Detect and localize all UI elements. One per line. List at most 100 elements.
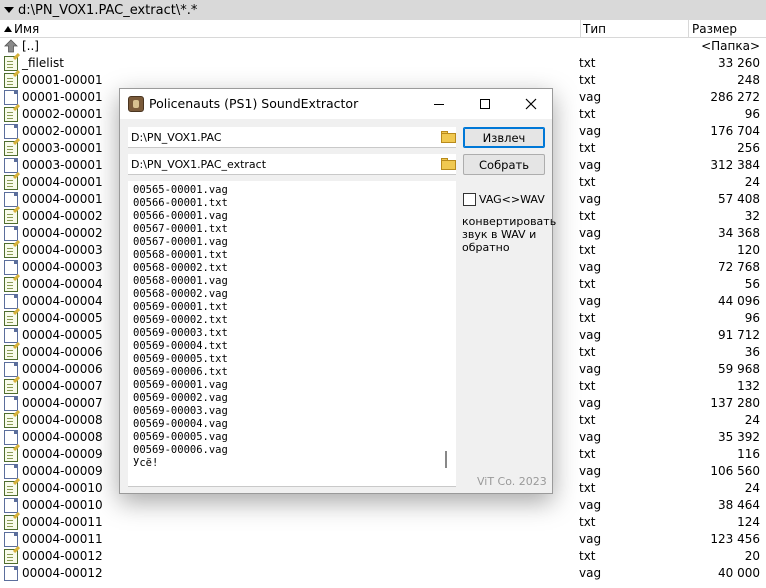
file-row[interactable]: 00004-00012 txt 20 — [0, 548, 766, 565]
file-type: txt — [579, 379, 596, 393]
file-size: 256 — [737, 141, 760, 155]
audio-file-icon — [4, 328, 18, 343]
file-type: txt — [579, 73, 596, 87]
log-line: 00567-00001.txt — [133, 223, 228, 235]
file-type: txt — [579, 107, 596, 121]
file-name: 00004-00002 — [22, 209, 103, 223]
audio-file-icon — [4, 226, 18, 241]
file-name: 00004-00005 — [22, 311, 103, 325]
file-type: txt — [579, 549, 596, 563]
file-row[interactable]: 00004-00010 vag 38 464 — [0, 497, 766, 514]
file-size: 33 260 — [718, 56, 760, 70]
file-type: txt — [579, 141, 596, 155]
file-size: 137 280 — [710, 396, 760, 410]
file-size: 57 408 — [718, 192, 760, 206]
file-name: 00003-00001 — [22, 141, 103, 155]
file-type: vag — [579, 158, 602, 172]
file-size: 40 000 — [718, 566, 760, 580]
file-name: 00004-00008 — [22, 413, 103, 427]
text-file-icon — [4, 141, 18, 156]
text-file-icon — [4, 447, 18, 462]
file-type: txt — [579, 345, 596, 359]
checkbox-box[interactable] — [463, 193, 476, 206]
log-line: 00569-00005.txt — [133, 353, 228, 365]
file-size: 176 704 — [710, 124, 760, 138]
file-size: 24 — [744, 481, 760, 495]
log-line: 00567-00001.vag — [133, 236, 228, 248]
source-path-field[interactable]: D:\PN_VOX1.PAC — [128, 127, 456, 148]
file-name: 00004-00003 — [22, 243, 103, 257]
path-bar[interactable]: d:\PN_VOX1.PAC_extract\*.* — [0, 0, 766, 20]
log-line: 00568-00001.vag — [133, 275, 228, 287]
text-file-icon — [4, 345, 18, 360]
convert-checkbox[interactable]: VAG<>WAV — [463, 193, 545, 206]
file-name: 00004-00011 — [22, 515, 103, 529]
text-file-icon — [4, 515, 18, 530]
column-header-name[interactable]: Имя — [0, 20, 580, 38]
dialog-titlebar[interactable]: Policenauts (PS1) SoundExtractor — [120, 89, 552, 119]
file-row[interactable]: _filelist txt 33 260 — [0, 55, 766, 72]
file-name: 00004-00002 — [22, 226, 103, 240]
file-name: 00004-00008 — [22, 430, 103, 444]
audio-file-icon — [4, 260, 18, 275]
file-type: vag — [579, 396, 602, 410]
file-row[interactable]: 00004-00011 txt 124 — [0, 514, 766, 531]
convert-checkbox-label: VAG<>WAV — [479, 193, 545, 206]
source-path-value: D:\PN_VOX1.PAC — [131, 131, 222, 144]
text-file-icon — [4, 175, 18, 190]
log-line: 00569-00004.vag — [133, 418, 228, 430]
file-name: 00004-00010 — [22, 481, 103, 495]
drive-dropdown-icon[interactable] — [4, 7, 14, 13]
file-size: 56 — [744, 277, 760, 291]
file-size: 36 — [744, 345, 760, 359]
build-button[interactable]: Собрать — [463, 154, 545, 175]
text-file-icon — [4, 73, 18, 88]
file-name: 00004-00001 — [22, 175, 103, 189]
sound-extractor-dialog: Policenauts (PS1) SoundExtractor D:\PN_V… — [119, 88, 556, 494]
file-row[interactable]: 00004-00011 vag 123 456 — [0, 531, 766, 548]
extract-button[interactable]: Извлеч — [463, 127, 545, 148]
column-header-size[interactable]: Размер — [688, 20, 766, 38]
file-type: vag — [579, 362, 602, 376]
file-size: 91 712 — [718, 328, 760, 342]
file-type: vag — [579, 566, 602, 580]
file-size: 35 392 — [718, 430, 760, 444]
log-line: 00569-00006.txt — [133, 366, 228, 378]
open-target-button[interactable] — [440, 156, 458, 172]
log-output[interactable]: 00565-00001.vag 00566-00001.txt 00566-0000… — [128, 181, 456, 487]
file-size: 24 — [744, 175, 760, 189]
log-line: Усё! — [133, 457, 159, 469]
open-source-button[interactable] — [440, 129, 458, 145]
file-size: 124 — [737, 515, 760, 529]
text-file-icon — [4, 243, 18, 258]
target-path-field[interactable]: D:\PN_VOX1.PAC_extract — [128, 154, 456, 175]
audio-file-icon — [4, 430, 18, 445]
maximize-button[interactable] — [462, 89, 508, 119]
audio-file-icon — [4, 294, 18, 309]
file-row[interactable]: 00001-00001 txt 248 — [0, 72, 766, 89]
log-scroll-thumb[interactable] — [445, 451, 447, 468]
file-name: 00004-00004 — [22, 277, 103, 291]
file-type: txt — [579, 515, 596, 529]
audio-file-icon — [4, 498, 18, 513]
file-type: vag — [579, 192, 602, 206]
log-line: 00569-00003.vag — [133, 405, 228, 417]
file-name: 00004-00012 — [22, 566, 103, 580]
audio-file-icon — [4, 532, 18, 547]
file-row[interactable]: [..] <Папка> — [0, 38, 766, 55]
file-name: 00004-00001 — [22, 192, 103, 206]
column-header-type[interactable]: Тип — [580, 20, 688, 38]
file-type: txt — [579, 481, 596, 495]
minimize-button[interactable] — [416, 89, 462, 119]
close-button[interactable] — [508, 89, 554, 119]
log-line: 00566-00001.txt — [133, 197, 228, 209]
file-type: txt — [579, 413, 596, 427]
audio-file-icon — [4, 464, 18, 479]
file-type: vag — [579, 498, 602, 512]
text-file-icon — [4, 413, 18, 428]
file-row[interactable]: 00004-00012 vag 40 000 — [0, 565, 766, 582]
audio-file-icon — [4, 124, 18, 139]
file-type: txt — [579, 277, 596, 291]
audio-file-icon — [4, 566, 18, 581]
file-name: 00004-00010 — [22, 498, 103, 512]
